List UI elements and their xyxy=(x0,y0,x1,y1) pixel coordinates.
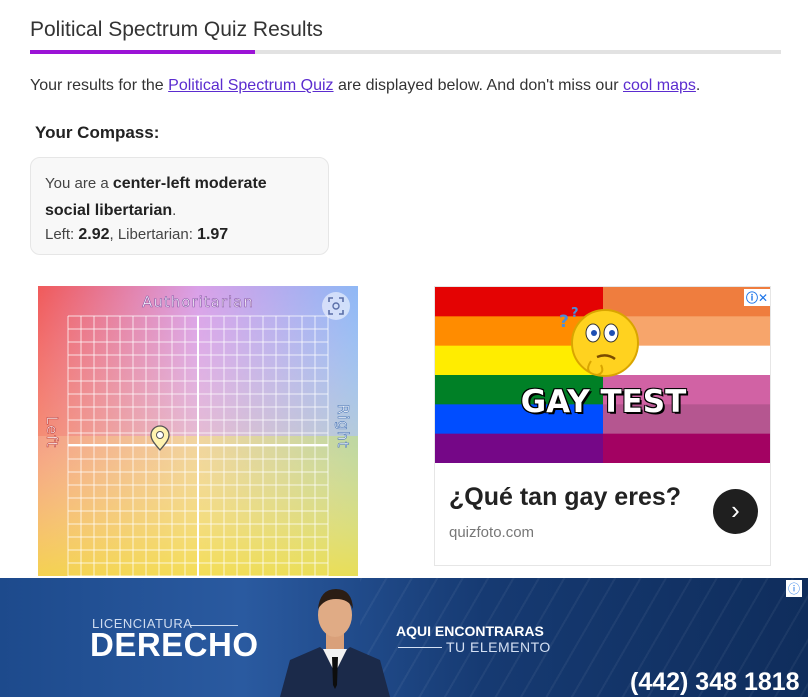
ad-close-icon[interactable]: ⓘ✕ xyxy=(743,289,770,306)
fullscreen-icon[interactable] xyxy=(322,292,350,320)
result-summary: You are a center-left moderate social li… xyxy=(45,175,267,219)
intro-text: Your results for the Political Spectrum … xyxy=(30,77,701,94)
ad-big-text: DERECHO xyxy=(90,626,259,663)
ad-banner-image[interactable]: ? ? GAY TEST ⓘ✕ xyxy=(435,287,770,464)
person-photo xyxy=(280,589,390,697)
rainbow-flag: ? ? xyxy=(435,287,770,464)
ad-tagline-1: AQUI ENCONTRARAS xyxy=(396,623,544,639)
political-compass: Authoritarian Left Right xyxy=(38,286,358,576)
ad-tagline-2: TU ELEMENTO xyxy=(446,639,551,655)
compass-left-label: Left xyxy=(43,416,61,448)
svg-text:?: ? xyxy=(559,312,569,332)
ad-headline[interactable]: ¿Qué tan gay eres? xyxy=(449,483,681,512)
page-title: Political Spectrum Quiz Results xyxy=(30,18,323,41)
quiz-link[interactable]: Political Spectrum Quiz xyxy=(168,77,333,94)
quiz-ad[interactable]: ? ? GAY TEST ⓘ✕ ¿Qué tan gay eres? quizf… xyxy=(434,286,771,566)
svg-text:?: ? xyxy=(571,306,579,321)
compass-heading: Your Compass: xyxy=(35,123,160,142)
compass-graphic: Authoritarian Left Right xyxy=(38,286,358,576)
ad-phone: (442) 348 1818 xyxy=(630,668,800,696)
title-progress-track xyxy=(30,50,781,54)
ad-info-icon[interactable]: ⓘ xyxy=(786,580,803,597)
compass-top-label: Authoritarian xyxy=(142,293,254,311)
cool-maps-link[interactable]: cool maps xyxy=(623,77,696,94)
flag-stripe xyxy=(603,433,770,464)
result-scores: Left: 2.92, Libertarian: 1.97 xyxy=(45,226,229,243)
flag-stripe xyxy=(435,433,603,464)
compass-right-label: Right xyxy=(334,404,352,449)
left-score: 2.92 xyxy=(78,226,110,243)
result-box: You are a center-left moderate social li… xyxy=(30,157,329,255)
title-progress-bar xyxy=(30,50,256,54)
ad-arrow-button[interactable]: › xyxy=(713,489,758,534)
ad-domain: quizfoto.com xyxy=(449,524,535,541)
libertarian-score: 1.97 xyxy=(197,226,229,243)
ad-banner-text: GAY TEST xyxy=(520,384,687,420)
